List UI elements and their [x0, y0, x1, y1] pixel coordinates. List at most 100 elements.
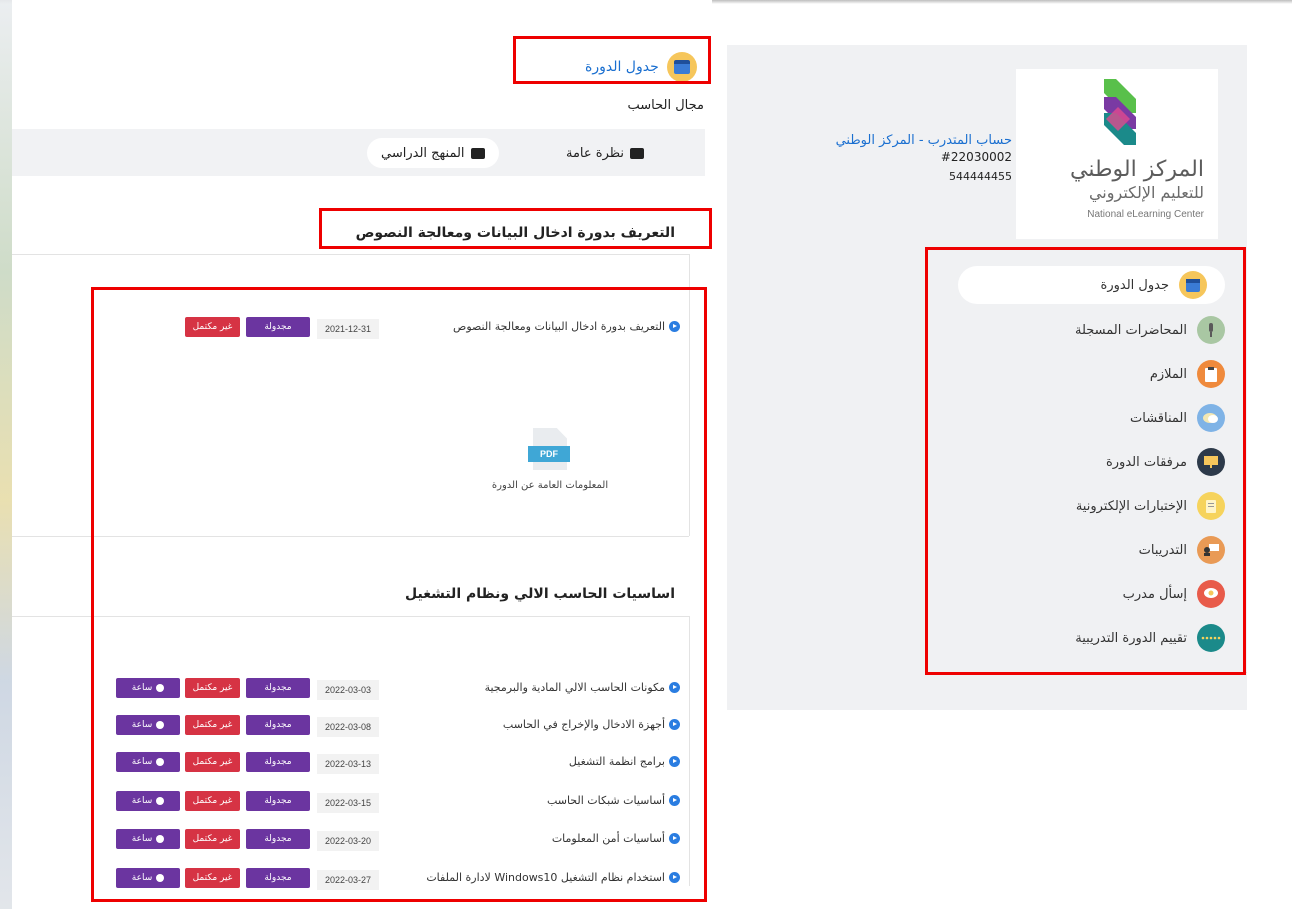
section-divider	[12, 616, 689, 617]
lesson-title[interactable]: استخدام نظام التشغيل Windows10 لادارة ال…	[426, 871, 680, 884]
overview-icon	[630, 147, 645, 159]
lesson-row[interactable]: برامج انظمة التشغيل 2022-03-13 مجدولة غي…	[112, 750, 680, 776]
lesson-title-text: التعريف بدورة ادخال البيانات ومعالجة الن…	[453, 320, 665, 333]
lesson-row[interactable]: أجهزة الادخال والإخراج في الحاسب 2022-03…	[112, 713, 680, 739]
scheduled-badge: مجدولة	[246, 791, 310, 811]
clipboard-icon	[1197, 360, 1225, 388]
play-icon	[669, 321, 680, 332]
scheduled-badge: مجدولة	[246, 829, 310, 849]
sidebar-item-discussions[interactable]: المناقشات	[1130, 399, 1225, 437]
field-label: مجال الحاسب	[627, 98, 704, 113]
schedule-title: جدول الدورة	[585, 59, 659, 75]
scheduled-badge: مجدولة	[246, 715, 310, 735]
lesson-row[interactable]: مكونات الحاسب الالي المادية والبرمجية 20…	[112, 676, 680, 702]
background-edge	[0, 0, 12, 909]
hour-label: ساعة	[131, 683, 153, 693]
logo-english: National eLearning Center	[1087, 209, 1204, 220]
sidebar-item-ask-trainer[interactable]: إسأل مدرب	[1123, 575, 1225, 613]
incomplete-badge: غير مكتمل	[185, 868, 240, 888]
sidebar-item-label: إسأل مدرب	[1122, 586, 1187, 602]
attachment[interactable]: PDF المعلومات العامة عن الدورة	[480, 428, 620, 491]
clock-icon	[156, 684, 165, 692]
sidebar-item-label: المناقشات	[1130, 410, 1187, 426]
lesson-title-text: مكونات الحاسب الالي المادية والبرمجية	[484, 681, 665, 694]
sidebar-item-label: مرفقات الدورة	[1105, 454, 1187, 470]
sidebar-item-trainings[interactable]: التدريبات	[1139, 531, 1225, 569]
calendar-icon	[1179, 271, 1207, 299]
lesson-date: 2022-03-03	[317, 680, 379, 700]
clock-icon	[156, 721, 165, 729]
hour-label: ساعة	[131, 796, 153, 806]
lesson-title-text: أساسيات شبكات الحاسب	[546, 794, 665, 807]
pdf-tag: PDF	[528, 446, 570, 462]
hour-badge[interactable]: ساعة	[116, 715, 180, 735]
hour-badge[interactable]: ساعة	[116, 791, 180, 811]
microphone-icon	[1197, 316, 1225, 344]
account-name-link[interactable]: حساب المتدرب - المركز الوطني	[836, 133, 1012, 148]
training-icon	[1197, 536, 1225, 564]
sidebar-item-label: المحاضرات المسجلة	[1075, 322, 1187, 338]
play-icon	[669, 719, 680, 730]
lesson-title-text: برامج انظمة التشغيل	[568, 755, 665, 768]
sidebar-item-course-rating[interactable]: تقييم الدورة التدريبية	[1075, 619, 1225, 657]
lesson-row[interactable]: أساسيات أمن المعلومات 2022-03-20 مجدولة …	[112, 827, 680, 853]
tab-curriculum-label: المنهج الدراسي	[381, 145, 465, 161]
tabs-bar: نظرة عامة المنهج الدراسي	[12, 129, 705, 176]
lesson-date: 2022-03-13	[317, 754, 379, 774]
account-phone: 544444455	[949, 170, 1012, 183]
section-divider	[12, 254, 689, 255]
lesson-title[interactable]: التعريف بدورة ادخال البيانات ومعالجة الن…	[453, 320, 680, 333]
hour-badge[interactable]: ساعة	[116, 868, 180, 888]
lesson-title-text: أجهزة الادخال والإخراج في الحاسب	[502, 718, 665, 731]
account-info: حساب المتدرب - المركز الوطني #22030002 5…	[836, 133, 1012, 183]
sidebar-item-recorded-lectures[interactable]: المحاضرات المسجلة	[1075, 311, 1225, 349]
lesson-title[interactable]: برامج انظمة التشغيل	[569, 755, 680, 768]
play-icon	[669, 682, 680, 693]
section-border	[689, 616, 690, 886]
tab-curriculum[interactable]: المنهج الدراسي	[367, 138, 499, 168]
lesson-row[interactable]: استخدام نظام التشغيل Windows10 لادارة ال…	[112, 866, 680, 892]
hour-label: ساعة	[131, 757, 153, 767]
sidebar-item-course-attachments[interactable]: مرفقات الدورة	[1106, 443, 1225, 481]
sidebar-divider	[945, 672, 1247, 673]
attachment-label: المعلومات العامة عن الدورة	[491, 480, 609, 491]
schedule-heading: جدول الدورة	[585, 52, 697, 82]
ask-trainer-icon	[1197, 580, 1225, 608]
lesson-row[interactable]: أساسيات شبكات الحاسب 2022-03-15 مجدولة غ…	[112, 789, 680, 815]
lesson-row[interactable]: التعريف بدورة ادخال البيانات ومعالجة الن…	[112, 315, 680, 341]
sidebar-item-course-schedule[interactable]: جدول الدورة	[958, 266, 1225, 304]
sidebar-item-e-exams[interactable]: الإختبارات الإلكترونية	[1076, 487, 1225, 525]
hour-label: ساعة	[131, 873, 153, 883]
incomplete-badge: غير مكتمل	[185, 791, 240, 811]
hour-label: ساعة	[131, 834, 153, 844]
sidebar-item-label: التدريبات	[1138, 542, 1187, 558]
incomplete-badge: غير مكتمل	[185, 752, 240, 772]
scheduled-badge: مجدولة	[246, 752, 310, 772]
lesson-title[interactable]: أساسيات أمن المعلومات	[552, 832, 680, 845]
logo-arabic-subtitle: للتعليم الإلكتروني	[1088, 183, 1204, 202]
sidebar-item-handouts[interactable]: الملازم	[1150, 355, 1225, 393]
sidebar-item-label: الملازم	[1149, 366, 1187, 382]
sidebar-item-label: جدول الدورة	[1100, 277, 1169, 293]
exam-icon	[1197, 492, 1225, 520]
lesson-date: 2022-03-08	[317, 717, 379, 737]
tab-overview-label: نظرة عامة	[566, 145, 625, 161]
hour-badge[interactable]: ساعة	[116, 752, 180, 772]
attachment-icon	[1197, 448, 1225, 476]
hour-badge[interactable]: ساعة	[116, 678, 180, 698]
lesson-title[interactable]: أساسيات شبكات الحاسب	[547, 794, 680, 807]
lesson-title[interactable]: مكونات الحاسب الالي المادية والبرمجية	[485, 681, 680, 694]
logo-mark-icon	[1104, 79, 1136, 145]
scheduled-badge: مجدولة	[246, 317, 310, 337]
chat-icon	[1197, 404, 1225, 432]
play-icon	[669, 872, 680, 883]
lesson-title[interactable]: أجهزة الادخال والإخراج في الحاسب	[503, 718, 680, 731]
sidebar: المركز الوطني للتعليم الإلكتروني Nationa…	[727, 45, 1247, 710]
calendar-icon	[666, 52, 697, 82]
incomplete-badge: غير مكتمل	[185, 317, 240, 337]
hour-badge[interactable]: ساعة	[116, 829, 180, 849]
play-icon	[669, 756, 680, 767]
lesson-date: 2022-03-20	[317, 831, 379, 851]
scheduled-badge: مجدولة	[246, 678, 310, 698]
tab-overview[interactable]: نظرة عامة	[552, 138, 658, 168]
